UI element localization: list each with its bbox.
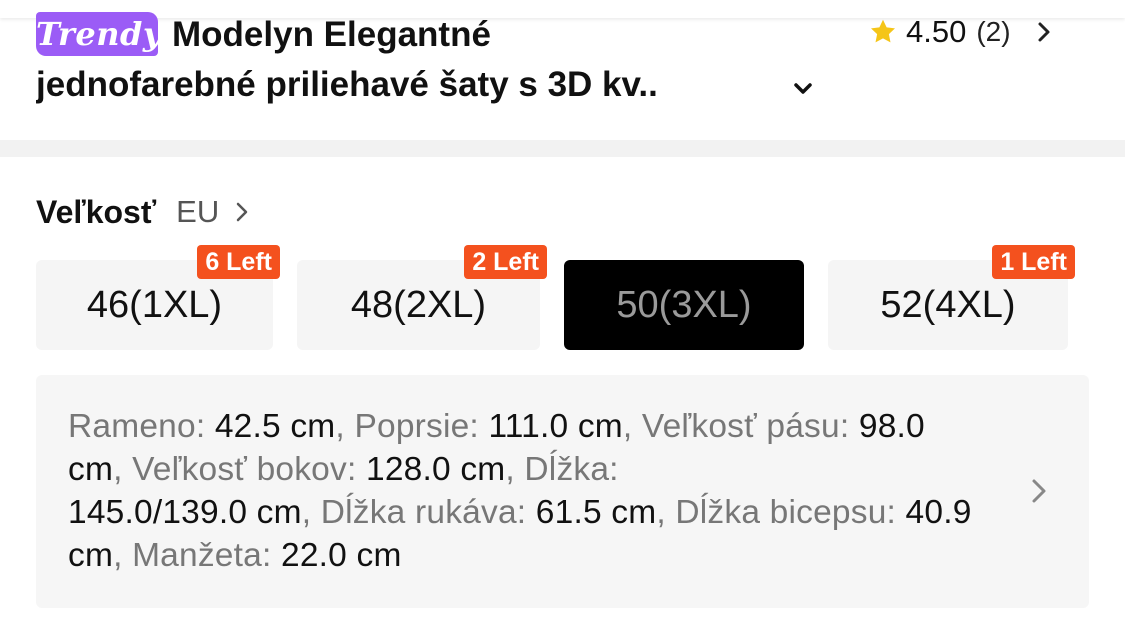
measure-separator: , [113, 537, 133, 574]
size-option-label: 52(4XL) [880, 283, 1016, 326]
size-label: Veľkosť [36, 193, 157, 230]
chevron-right-icon[interactable] [1026, 475, 1052, 507]
size-option-50-selected[interactable]: 50(3XL) [564, 260, 804, 350]
measure-value: 145.0/139.0 cm [68, 494, 302, 531]
measure-value: 111.0 cm [488, 408, 623, 445]
product-title-line2: jednofarebné priliehavé šaty s 3D kv.. [36, 65, 658, 104]
chevron-down-icon[interactable] [788, 74, 818, 104]
measure-name: Poprsie: [354, 408, 489, 445]
size-option-label: 46(1XL) [86, 283, 223, 326]
chevron-right-icon[interactable] [231, 199, 253, 225]
measure-value: 22.0 cm [280, 537, 402, 574]
size-option-label: 50(3XL) [616, 283, 752, 326]
size-section-header[interactable]: Veľkosť EU [36, 190, 253, 234]
size-option-46[interactable]: 46(1XL) 6 Left [36, 245, 280, 350]
measure-name: Dĺžka bicepsu: [675, 494, 906, 531]
measure-name: Veľkosť bokov: [132, 451, 366, 488]
stock-badge: 6 Left [197, 245, 280, 279]
star-icon [871, 19, 895, 43]
size-system[interactable]: EU [176, 194, 219, 230]
measure-separator: , [505, 451, 525, 488]
measurements-card[interactable]: Rameno: 42.5 cm, Poprsie: 111.0 cm, Veľk… [36, 375, 1089, 608]
measure-separator: , [622, 408, 642, 445]
brand-badge: Trendy [36, 12, 161, 56]
chevron-right-icon[interactable] [1031, 19, 1057, 45]
measure-separator: , [335, 408, 355, 445]
measure-separator: , [301, 494, 321, 531]
product-title-area: Trendy Modelyn Elegantné jednofarebné pr… [0, 0, 1125, 140]
measure-name: Dĺžka rukáva: [320, 494, 536, 531]
measure-name: Dĺžka: [524, 451, 619, 488]
rating-count: (2) [976, 16, 1011, 47]
product-title-line1: Modelyn Elegantné [172, 15, 491, 54]
stock-badge: 1 Left [992, 245, 1075, 279]
rating-summary[interactable]: 4.50 (2) [868, 12, 1057, 52]
size-option-48[interactable]: 48(2XL) 2 Left [297, 245, 547, 350]
size-option-label: 48(2XL) [350, 283, 487, 326]
measure-separator: , [113, 451, 133, 488]
measure-name: Veľkosť pásu: [641, 408, 859, 445]
section-divider [0, 140, 1125, 157]
measure-separator: , [656, 494, 676, 531]
stock-badge: 2 Left [464, 245, 547, 279]
measure-value: 128.0 cm [365, 451, 506, 488]
measurements-text: Rameno: 42.5 cm, Poprsie: 111.0 cm, Veľk… [68, 405, 980, 577]
size-option-52[interactable]: 52(4XL) 1 Left [828, 245, 1075, 350]
measure-name: Rameno: [68, 408, 215, 445]
measure-value: 61.5 cm [535, 494, 657, 531]
rating-value: 4.50 [906, 14, 967, 49]
measure-name: Manžeta: [132, 537, 281, 574]
measure-value: 42.5 cm [214, 408, 336, 445]
